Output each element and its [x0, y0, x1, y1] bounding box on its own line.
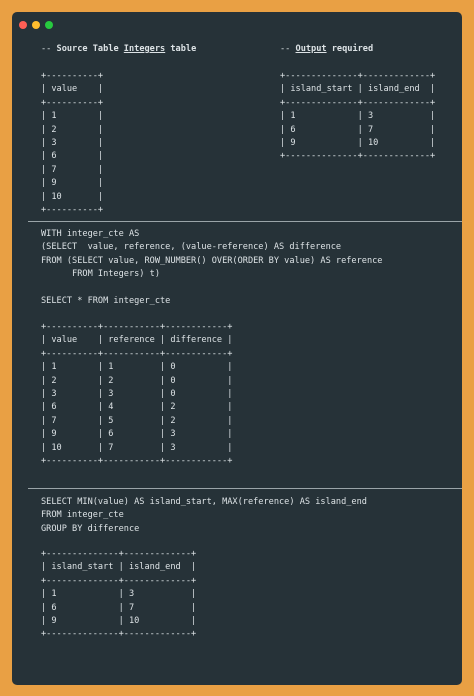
window-controls	[19, 21, 53, 29]
section-divider	[28, 488, 462, 489]
heading-text: required	[326, 44, 374, 54]
output-heading: -- Output required	[280, 44, 373, 54]
source-table-heading: -- Source Table Integers table	[41, 44, 196, 54]
island-result-table: +--------------+-------------+ | island_…	[41, 549, 197, 640]
table-name: Integers	[123, 44, 166, 54]
heading-text: Source Table	[56, 44, 124, 54]
comment-prefix: --	[41, 44, 57, 54]
code-window: -- Source Table Integers table -- Output…	[12, 12, 462, 685]
cte-query: WITH integer_cte AS (SELECT value, refer…	[41, 229, 383, 307]
cte-result-table: +----------+-----------+------------+ | …	[41, 322, 233, 467]
output-label: Output	[295, 44, 327, 54]
comment-prefix: --	[280, 44, 296, 54]
island-query: SELECT MIN(value) AS island_start, MAX(r…	[41, 497, 367, 534]
source-integers-table: +----------+ | value | +----------+ | 1 …	[41, 71, 104, 216]
maximize-window-button[interactable]	[45, 21, 53, 29]
heading-text: table	[165, 44, 197, 54]
section-divider	[28, 221, 462, 222]
required-output-table: +--------------+-------------+ | island_…	[280, 71, 436, 162]
close-window-button[interactable]	[19, 21, 27, 29]
minimize-window-button[interactable]	[32, 21, 40, 29]
